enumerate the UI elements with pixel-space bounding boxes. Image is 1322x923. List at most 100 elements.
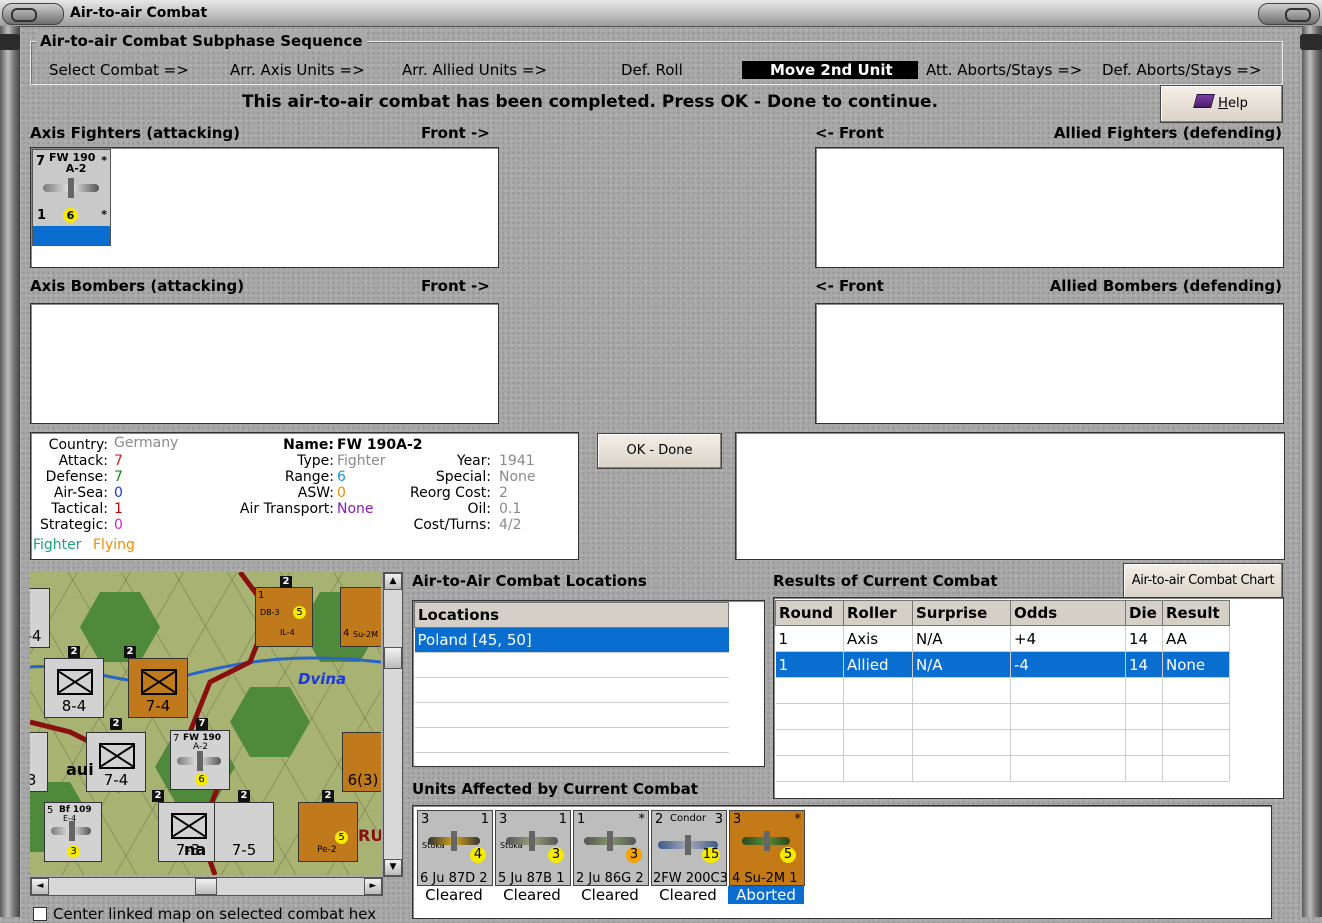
result-row[interactable] bbox=[775, 677, 1230, 704]
allied-bombers-box[interactable] bbox=[815, 303, 1284, 424]
country-value: Germany bbox=[114, 435, 179, 451]
map-air-counter[interactable]: 1 DB-3 IL-4 5 bbox=[255, 587, 313, 647]
affected-units-panel[interactable]: 3 1 Stuka 4 6 Ju 87D 2 Cleared 3 1 Stuka… bbox=[412, 805, 1272, 919]
window-menu-icon[interactable] bbox=[2, 3, 64, 25]
result-row[interactable]: 1 Axis N/A +4 14 AA bbox=[775, 625, 1230, 652]
location-row[interactable] bbox=[414, 652, 729, 678]
map-unit-counter[interactable]: 8-4 bbox=[44, 658, 104, 718]
combat-chart-button[interactable]: Air-to-air Combat Chart bbox=[1123, 563, 1283, 599]
map-air-counter[interactable]: 4 Su-2M bbox=[340, 587, 381, 647]
fw190-counter[interactable]: 7 FW 190 A-2 * 1 6 * bbox=[32, 149, 111, 246]
center-map-label: Center linked map on selected combat hex bbox=[53, 905, 377, 923]
river-label: Dvina bbox=[298, 670, 347, 688]
defense-value: 7 bbox=[114, 469, 123, 485]
fighter-plane-icon bbox=[43, 178, 99, 198]
asw-value: 0 bbox=[337, 485, 346, 501]
map-unit-counter[interactable]: 7-4 bbox=[86, 732, 146, 792]
scroll-left-icon[interactable]: ◄ bbox=[31, 878, 49, 895]
locations-table: Locations Poland [45, 50] bbox=[414, 602, 729, 753]
affected-unit-counter[interactable]: 1 * 3 2 Ju 86G 2 bbox=[573, 810, 649, 886]
step-att-aborts: Att. Aborts/Stays => bbox=[926, 61, 1083, 79]
bomber-plane-icon bbox=[742, 831, 790, 851]
step-select-combat: Select Combat => bbox=[49, 61, 189, 79]
stack-count: 2 bbox=[152, 790, 164, 802]
scroll-thumb[interactable] bbox=[384, 647, 402, 669]
map-vertical-scrollbar[interactable]: ▲ ▼ bbox=[383, 572, 403, 877]
map-unit-counter[interactable]: 6(3) bbox=[342, 732, 381, 792]
scroll-down-icon[interactable]: ▼ bbox=[384, 859, 402, 876]
linked-map[interactable]: Dvina -4 8-4 7-4 7-4 2)3 7-3 7-5 6(3) 7 … bbox=[30, 572, 381, 875]
map-air-counter[interactable]: 5 Bf 109 E-4 3 bbox=[44, 802, 102, 862]
map-unit-counter[interactable]: -4 bbox=[30, 588, 50, 648]
infantry-icon bbox=[99, 743, 135, 769]
location-row[interactable]: Poland [45, 50] bbox=[414, 627, 729, 653]
infantry-icon bbox=[171, 813, 207, 839]
affected-unit-counter[interactable]: 3 1 Stuka 3 5 Ju 87B 1 bbox=[495, 810, 571, 886]
axis-fighters-label: Axis Fighters (attacking) bbox=[30, 124, 240, 142]
result-row[interactable] bbox=[775, 703, 1230, 730]
infantry-icon bbox=[141, 669, 177, 695]
infantry-icon bbox=[57, 669, 93, 695]
map-unit-counter[interactable]: 7-4 bbox=[128, 658, 188, 718]
status-flying: Flying bbox=[93, 537, 135, 553]
affected-unit-counter[interactable]: 3 * 5 4 Su-2M 1 bbox=[729, 810, 805, 886]
step-arrange-allied: Arr. Allied Units => bbox=[402, 61, 548, 79]
oil-value: 0.1 bbox=[499, 501, 522, 517]
location-row[interactable] bbox=[414, 702, 729, 728]
stack-count: 2 bbox=[110, 718, 122, 730]
axis-fighters-box[interactable]: 7 FW 190 A-2 * 1 6 * bbox=[30, 147, 499, 268]
results-panel[interactable]: Round Roller Surprise Odds Die Result 1A… bbox=[773, 597, 1284, 799]
window-close-icon[interactable] bbox=[1258, 3, 1320, 25]
affected-unit-counter[interactable]: 3 1 Stuka 4 6 Ju 87D 2 bbox=[417, 810, 493, 886]
scroll-up-icon[interactable]: ▲ bbox=[384, 573, 402, 590]
sequence-title: Air-to-air Combat Subphase Sequence bbox=[36, 32, 367, 50]
center-map-checkbox[interactable] bbox=[33, 907, 47, 921]
air-transport-value: None bbox=[337, 501, 374, 517]
map-unit-counter[interactable]: 7-5 bbox=[214, 802, 274, 862]
allied-fighters-box[interactable] bbox=[815, 147, 1284, 268]
map-air-counter[interactable]: 7 FW 190 A-2 6 bbox=[170, 730, 230, 790]
stack-count: 2 bbox=[124, 646, 136, 658]
result-row[interactable] bbox=[775, 729, 1230, 756]
axis-bombers-label: Axis Bombers (attacking) bbox=[30, 277, 245, 295]
status-type: Fighter bbox=[33, 537, 82, 553]
affected-title: Units Affected by Current Combat bbox=[412, 780, 698, 798]
unit-name: FW 190A-2 bbox=[337, 437, 423, 453]
reorg-value: 2 bbox=[499, 485, 508, 501]
scroll-thumb[interactable] bbox=[195, 878, 217, 895]
stack-count: 2 bbox=[322, 790, 334, 802]
map-air-counter[interactable]: 5 Pe-2 bbox=[298, 802, 358, 862]
left-frame bbox=[0, 26, 20, 917]
stack-count: 7 bbox=[196, 718, 208, 730]
axis-bombers-box[interactable] bbox=[30, 303, 499, 424]
details-panel bbox=[735, 432, 1285, 560]
col-roller: Roller bbox=[843, 600, 913, 626]
col-result: Result bbox=[1162, 600, 1230, 626]
results-title: Results of Current Combat bbox=[773, 572, 998, 590]
right-frame bbox=[1300, 26, 1322, 917]
unit-status: Cleared bbox=[425, 886, 483, 904]
map-place-fragment: aui bbox=[66, 760, 94, 779]
affected-unit-counter[interactable]: 2 Condor 3 15 2FW 200C3 bbox=[651, 810, 728, 886]
type-value: Fighter bbox=[337, 453, 386, 469]
map-unit-counter[interactable]: 2)3 bbox=[30, 732, 48, 792]
map-horizontal-scrollbar[interactable]: ◄ ► bbox=[30, 877, 383, 896]
ok-done-button[interactable]: OK - Done bbox=[597, 433, 722, 469]
location-row[interactable] bbox=[414, 677, 729, 703]
help-button[interactable]: Help bbox=[1160, 85, 1283, 123]
window-title: Air-to-air Combat bbox=[70, 5, 208, 21]
unit-status: Aborted bbox=[728, 886, 804, 904]
location-row[interactable] bbox=[414, 727, 729, 753]
scroll-right-icon[interactable]: ► bbox=[364, 878, 382, 895]
fighter-plane-icon bbox=[51, 821, 91, 841]
front-label: <- Front bbox=[815, 277, 884, 295]
unit-info-panel: Country: Germany Attack: 7 Defense: 7 Ai… bbox=[30, 432, 579, 560]
allied-bombers-label: Allied Bombers (defending) bbox=[1049, 277, 1282, 295]
locations-list[interactable]: Locations Poland [45, 50] bbox=[412, 600, 765, 767]
result-row[interactable]: 1 Allied N/A -4 14 None bbox=[775, 651, 1230, 678]
locations-header: Locations bbox=[414, 602, 729, 628]
front-label: Front -> bbox=[421, 124, 490, 142]
result-row[interactable] bbox=[775, 755, 1230, 782]
step-move-2nd-unit: Move 2nd Unit bbox=[742, 61, 918, 79]
front-label: <- Front bbox=[815, 124, 884, 142]
